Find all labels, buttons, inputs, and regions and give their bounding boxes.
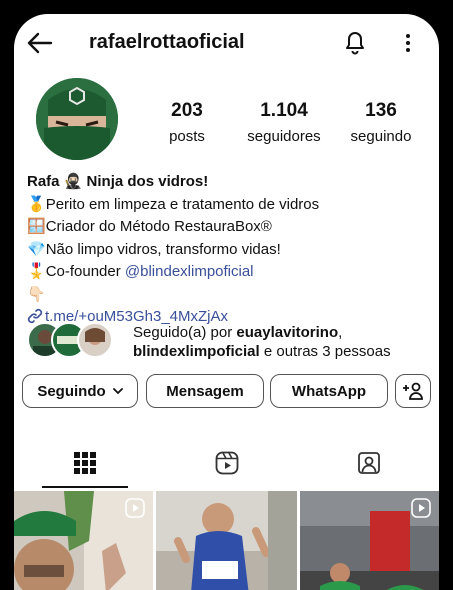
window-emoji: 🪟 <box>27 218 46 235</box>
bio-line-1-text: Perito em limpeza e tratamento de vidros <box>45 195 320 213</box>
profile-username: rafaelrottaoficial <box>89 31 245 53</box>
tab-reels[interactable] <box>156 438 298 488</box>
followed-by[interactable]: Seguido(a) por euaylavitorino, blindexli… <box>27 322 437 360</box>
chevron-down-icon <box>112 387 123 395</box>
add-person-icon <box>402 382 424 400</box>
gem-emoji: 💎 <box>27 240 46 258</box>
profile-tabs <box>14 438 439 490</box>
military-medal-emoji: 🎖️ <box>27 263 46 280</box>
stat-following[interactable]: 136 seguindo <box>336 100 426 145</box>
tagged-person-icon <box>357 451 381 475</box>
bio-line-4-prefix: Co-founder <box>45 263 125 280</box>
grid-post-3[interactable] <box>300 491 439 590</box>
arrow-left-icon[interactable] <box>26 30 54 56</box>
followed-by-text: Seguido(a) por euaylavitorino, blindexli… <box>133 323 391 361</box>
bio-mention-link[interactable]: @blindexlimpoficial <box>125 263 254 280</box>
bio-line-2-text: Criador do Método RestauraBox® <box>45 218 272 235</box>
profile-screen: rafaelrottaoficial 203 posts 1.104 segui… <box>14 14 439 590</box>
followed-by-prefix: Seguido(a) por <box>133 324 237 341</box>
profile-avatar[interactable] <box>36 78 118 160</box>
more-vertical-icon[interactable] <box>400 30 416 56</box>
message-button-label: Mensagem <box>166 382 244 400</box>
stat-posts-label: posts <box>169 128 205 145</box>
tab-grid[interactable] <box>14 438 156 488</box>
profile-bio: Rafa 🥷🏻 Ninja dos vidros! 🥇Perito em lim… <box>27 171 427 332</box>
bell-icon[interactable] <box>342 28 368 56</box>
bio-line-3: 💎Não limpo vidros, transformo vidas! <box>27 239 427 262</box>
followed-by-separator: , <box>338 324 343 341</box>
stat-following-value: 136 <box>365 100 397 121</box>
message-button[interactable]: Mensagem <box>146 374 264 408</box>
bio-name-line: Rafa 🥷🏻 Ninja dos vidros! <box>27 171 427 194</box>
bio-line-2: 🪟Criador do Método RestauraBox® <box>27 216 427 239</box>
add-person-button[interactable] <box>395 374 431 408</box>
pointing-down-emoji: 👇🏻 <box>27 285 46 303</box>
whatsapp-button[interactable]: WhatsApp <box>270 374 388 408</box>
stat-following-label: seguindo <box>350 128 412 145</box>
bio-name: Rafa <box>27 173 60 190</box>
whatsapp-button-label: WhatsApp <box>291 382 367 400</box>
stat-posts-value: 203 <box>171 100 203 121</box>
phone-frame: rafaelrottaoficial 203 posts 1.104 segui… <box>0 0 453 590</box>
active-tab-indicator <box>42 486 128 488</box>
grid-post-2[interactable] <box>156 491 297 590</box>
followed-by-suffix: e outras 3 pessoas <box>259 343 391 360</box>
stat-followers[interactable]: 1.104 seguidores <box>239 100 329 145</box>
followed-by-user-2[interactable]: blindexlimpoficial <box>133 343 260 360</box>
bio-line-5: 👇🏻 <box>27 284 427 307</box>
medal-emoji: 🥇 <box>27 195 46 213</box>
bio-line-1: 🥇Perito em limpeza e tratamento de vidro… <box>27 194 427 217</box>
follower-avatar-3 <box>77 322 113 358</box>
following-button[interactable]: Seguindo <box>22 374 138 408</box>
reels-icon <box>215 451 239 475</box>
followed-by-user-1[interactable]: euaylavitorino <box>236 324 338 341</box>
grid-post-1[interactable] <box>14 491 153 590</box>
grid-icon <box>74 452 96 474</box>
stat-followers-value: 1.104 <box>260 100 308 121</box>
stat-posts[interactable]: 203 posts <box>142 100 232 145</box>
bio-tagline: Ninja dos vidros! <box>86 173 209 190</box>
stat-followers-label: seguidores <box>247 128 321 145</box>
tab-tagged[interactable] <box>298 438 439 488</box>
ninja-emoji: 🥷🏻 <box>63 173 83 190</box>
bio-line-4: 🎖️Co-founder @blindexlimpoficial <box>27 261 427 284</box>
bio-line-3-text: Não limpo vidros, transformo vidas! <box>45 240 281 258</box>
following-button-label: Seguindo <box>37 382 106 400</box>
